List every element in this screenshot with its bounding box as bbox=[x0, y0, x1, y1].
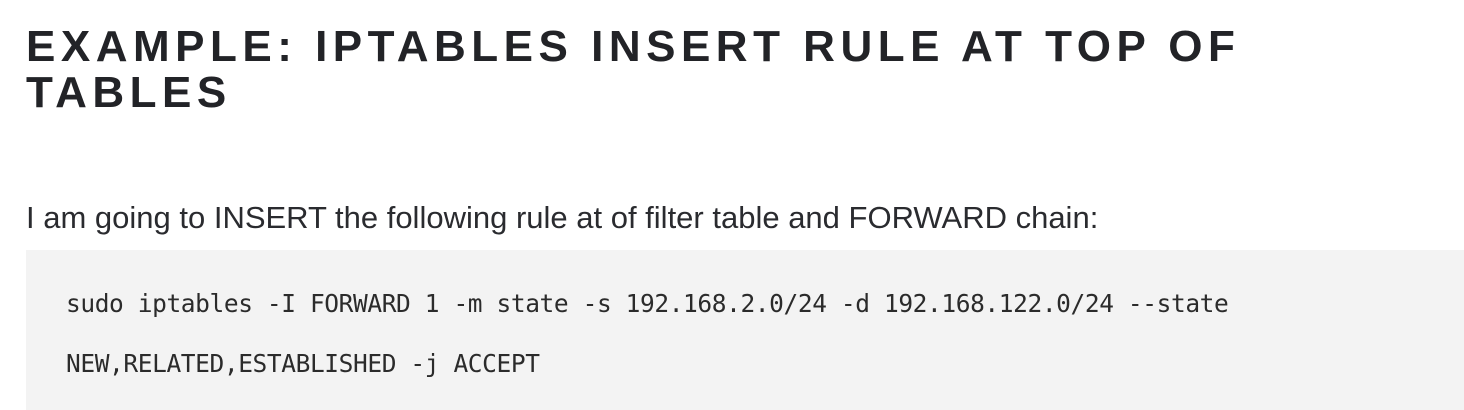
section-heading: EXAMPLE: IPTABLES INSERT RULE AT TOP OF … bbox=[26, 22, 1241, 117]
intro-paragraph: I am going to INSERT the following rule … bbox=[26, 200, 1099, 235]
article-section: EXAMPLE: IPTABLES INSERT RULE AT TOP OF … bbox=[0, 0, 1464, 410]
code-block[interactable]: sudo iptables -I FORWARD 1 -m state -s 1… bbox=[26, 250, 1464, 410]
code-line: NEW,RELATED,ESTABLISHED -j ACCEPT bbox=[66, 349, 540, 378]
code-line: sudo iptables -I FORWARD 1 -m state -s 1… bbox=[66, 289, 1229, 318]
